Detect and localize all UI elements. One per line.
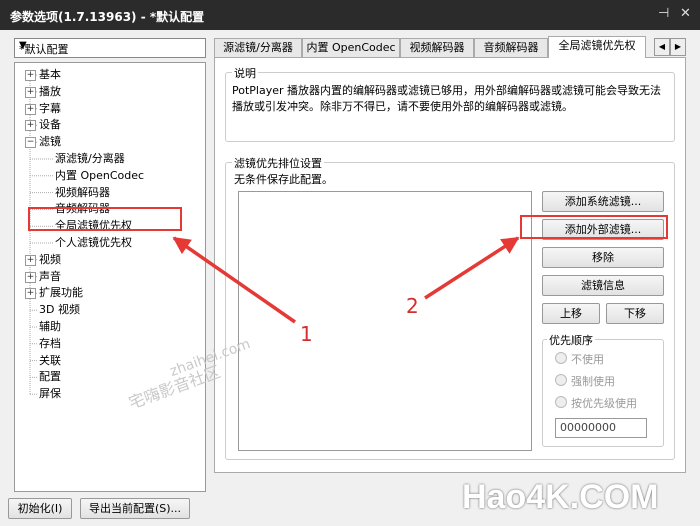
expand-icon[interactable]: +	[25, 86, 36, 98]
reset-button[interactable]: 初始化(I)	[8, 498, 72, 519]
description-title: 说明	[232, 65, 258, 81]
tree-item[interactable]: 源滤镜/分离器	[55, 151, 125, 167]
expand-icon[interactable]: +	[25, 288, 36, 300]
radio-no-use[interactable]: 不使用	[555, 352, 604, 366]
tab-prev-icon[interactable]: ◀	[654, 38, 670, 56]
radio-label: 强制使用	[571, 375, 615, 388]
radio-use-by-priority[interactable]: 按优先级使用	[555, 396, 637, 410]
priority-order-group: 优先顺序 不使用 强制使用 按优先级使用 00000000	[542, 332, 664, 447]
expand-icon[interactable]: +	[25, 271, 36, 283]
settings-tree: 基本 + 播放 + 字幕 + 设备 + 滤镜 − 源滤镜/分离器 内置 OpenCodec 视频解码器音…	[14, 62, 206, 492]
tree-item[interactable]: 声音	[39, 269, 61, 285]
tab-1[interactable]: 内置 OpenCodec	[302, 38, 400, 58]
remove-button[interactable]: 移除	[542, 247, 664, 268]
tree-item-label: 源滤镜/分离器	[55, 152, 125, 165]
tree-item[interactable]: 扩展功能	[39, 285, 83, 301]
tree-item-label: 个人滤镜优先权	[55, 236, 132, 249]
radio-dot-icon	[555, 396, 567, 408]
move-up-button[interactable]: 上移	[542, 303, 600, 324]
tab-bar: ◀ ▶ 源滤镜/分离器 内置 OpenCodec 视频解码器 音频解码器 全局滤镜优先权	[214, 36, 686, 58]
tree-item-label: 基本	[39, 68, 61, 81]
tree-item[interactable]: 屏保	[39, 386, 61, 402]
description-group: 说明 PotPlayer 播放器内置的编解码器或滤镜已够用，用外部编解码器或滤镜…	[225, 65, 675, 142]
tree-item[interactable]: 配置	[39, 369, 61, 385]
tree-item[interactable]: 视频	[39, 252, 61, 268]
tree-item[interactable]: 3D 视频	[39, 302, 80, 318]
description-line-2: 播放或引发冲突。除非万不得已，请不要使用外部的编解码器或滤镜。	[232, 100, 573, 113]
tree-item[interactable]: 存档	[39, 336, 61, 352]
watermark-logo: Hao4K.COM	[462, 478, 659, 516]
tree-item-label: 视频	[39, 252, 61, 266]
tab-3[interactable]: 音频解码器	[474, 38, 548, 58]
tree-item[interactable]: 滤镜	[39, 134, 61, 150]
priority-order-title: 优先顺序	[547, 332, 595, 348]
highlight-box-button	[520, 215, 668, 239]
tree-item-label: 声音	[39, 269, 61, 283]
tree-item-label: 视频解码器	[55, 185, 110, 199]
move-down-button[interactable]: 下移	[606, 303, 664, 324]
tree-item[interactable]: 个人滤镜优先权	[55, 235, 132, 251]
tree-item-label: 字幕	[39, 101, 61, 115]
dropdown-arrow-icon: ▼	[19, 40, 27, 51]
priority-value-input[interactable]: 00000000	[555, 418, 647, 438]
expand-icon[interactable]: +	[25, 103, 36, 115]
highlight-box-tree	[28, 207, 182, 231]
settings-panel: 说明 PotPlayer 播放器内置的编解码器或滤镜已够用，用外部编解码器或滤镜…	[214, 57, 686, 473]
radio-dot-icon	[555, 374, 567, 386]
close-icon[interactable]: ✕	[680, 6, 691, 21]
description-line-1: PotPlayer 播放器内置的编解码器或滤镜已够用，用外部编解码器或滤镜可能会…	[232, 84, 662, 97]
tree-item-label: 辅助	[39, 320, 61, 333]
tree-item[interactable]: 视频解码器	[55, 185, 110, 201]
tree-item[interactable]: 播放	[39, 84, 61, 100]
filter-info-button[interactable]: 滤镜信息	[542, 275, 664, 296]
expand-icon[interactable]: +	[25, 70, 36, 81]
priority-group: 滤镜优先排位设置 无条件保存此配置。 添加系统滤镜... 添加外部滤镜... 移…	[225, 155, 675, 460]
radio-dot-icon	[555, 352, 567, 364]
export-config-button[interactable]: 导出当前配置(S)...	[80, 498, 190, 519]
tree-item[interactable]: 基本	[39, 67, 61, 83]
tab-0[interactable]: 源滤镜/分离器	[214, 38, 302, 58]
tree-item[interactable]: 内置 OpenCodec	[55, 168, 144, 184]
expand-icon[interactable]: +	[25, 254, 36, 266]
title-bar: 参数选项(1.7.13963) - *默认配置 ⊣ ✕	[0, 0, 700, 30]
tree-item-label: 滤镜	[39, 135, 61, 149]
tree-item-label: 配置	[39, 370, 61, 384]
tree-item[interactable]: 关联	[39, 353, 61, 369]
tree-item[interactable]: 设备	[39, 117, 61, 133]
priority-note: 无条件保存此配置。	[234, 173, 333, 186]
filter-list[interactable]	[238, 191, 532, 451]
tree-item-label: 设备	[39, 118, 61, 132]
collapse-icon[interactable]: −	[25, 137, 36, 149]
expand-icon[interactable]: +	[25, 120, 36, 132]
tab-2[interactable]: 视频解码器	[400, 38, 474, 58]
tab-next-icon[interactable]: ▶	[670, 38, 686, 56]
annotation-label-1: 1	[300, 322, 313, 346]
radio-label: 不使用	[571, 353, 604, 366]
profile-dropdown[interactable]: *默认配置 ▼	[14, 38, 206, 58]
tree-item-label: 内置 OpenCodec	[55, 168, 145, 182]
radio-label: 按优先级使用	[571, 397, 637, 410]
tab-4[interactable]: 全局滤镜优先权	[548, 36, 646, 58]
tree-item-label: 屏保	[39, 387, 61, 401]
description-text: PotPlayer 播放器内置的编解码器或滤镜已够用，用外部编解码器或滤镜可能会…	[232, 83, 672, 115]
tree-item-label: 3D 视频	[39, 303, 80, 317]
tree-item[interactable]: 辅助	[39, 319, 61, 335]
tree-item[interactable]: 字幕	[39, 101, 61, 117]
radio-force-use[interactable]: 强制使用	[555, 374, 615, 388]
add-system-filter-button[interactable]: 添加系统滤镜...	[542, 191, 664, 212]
priority-title: 滤镜优先排位设置	[232, 155, 324, 171]
tree-item-label: 播放	[39, 84, 61, 98]
pin-icon[interactable]: ⊣	[658, 6, 669, 21]
tree-item-label: 扩展功能	[39, 286, 83, 300]
tree-item-label: 关联	[39, 353, 61, 367]
tree-item-label: 存档	[39, 336, 61, 350]
window-title: 参数选项(1.7.13963) - *默认配置	[10, 10, 205, 24]
annotation-label-2: 2	[406, 294, 419, 318]
